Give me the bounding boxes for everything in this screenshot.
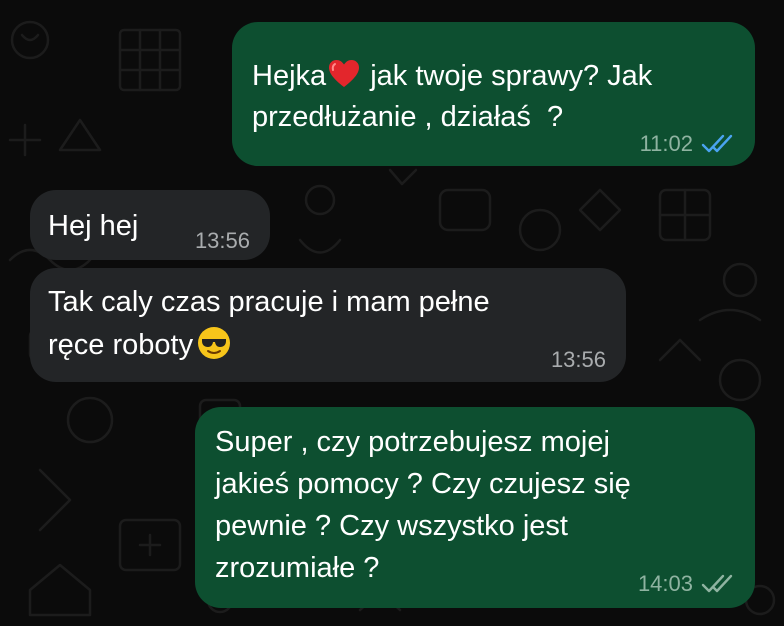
chat-thread: Hejka jak twoje sprawy? Jak przedłużanie…	[0, 0, 784, 626]
double-check-icon	[701, 574, 733, 593]
message-text: Tak caly czas pracuje i mam pełne	[48, 286, 490, 318]
message-meta: 13:56	[195, 228, 250, 254]
message-time: 13:56	[194, 228, 250, 253]
outgoing-message[interactable]: Hejka jak twoje sprawy? Jak przedłużanie…	[232, 22, 755, 166]
message-meta: 14:03	[638, 571, 735, 597]
sunglasses-face-icon	[198, 327, 231, 359]
message-text: pewnie ? Czy wszystko jest	[215, 510, 568, 542]
message-meta: 11:02	[640, 131, 735, 157]
message-meta: 13:56	[551, 347, 606, 373]
message-time: 11:02	[639, 131, 693, 156]
message-text: zrozumiałe ?	[215, 552, 380, 584]
double-check-read-icon	[701, 134, 733, 153]
message-text: Hejka jak twoje sprawy? Jak	[252, 60, 653, 92]
message-text: Hej hej	[48, 210, 139, 242]
message-text: jakieś pomocy ? Czy czujesz się	[215, 468, 631, 500]
message-time: 14:03	[637, 571, 693, 596]
outgoing-message[interactable]: Super , czy potrzebujesz mojej jakieś po…	[195, 407, 755, 608]
message-text: Super , czy potrzebujesz mojej	[215, 426, 610, 458]
message-time: 13:56	[550, 347, 606, 372]
message-text: przedłużanie , działaś ?	[252, 101, 564, 133]
incoming-message[interactable]: Tak caly czas pracuje i mam pełne ręce r…	[30, 268, 626, 382]
incoming-message[interactable]: Hej hej 13:56	[30, 190, 270, 260]
message-text: ręce roboty	[48, 325, 231, 366]
heart-icon	[329, 60, 360, 87]
